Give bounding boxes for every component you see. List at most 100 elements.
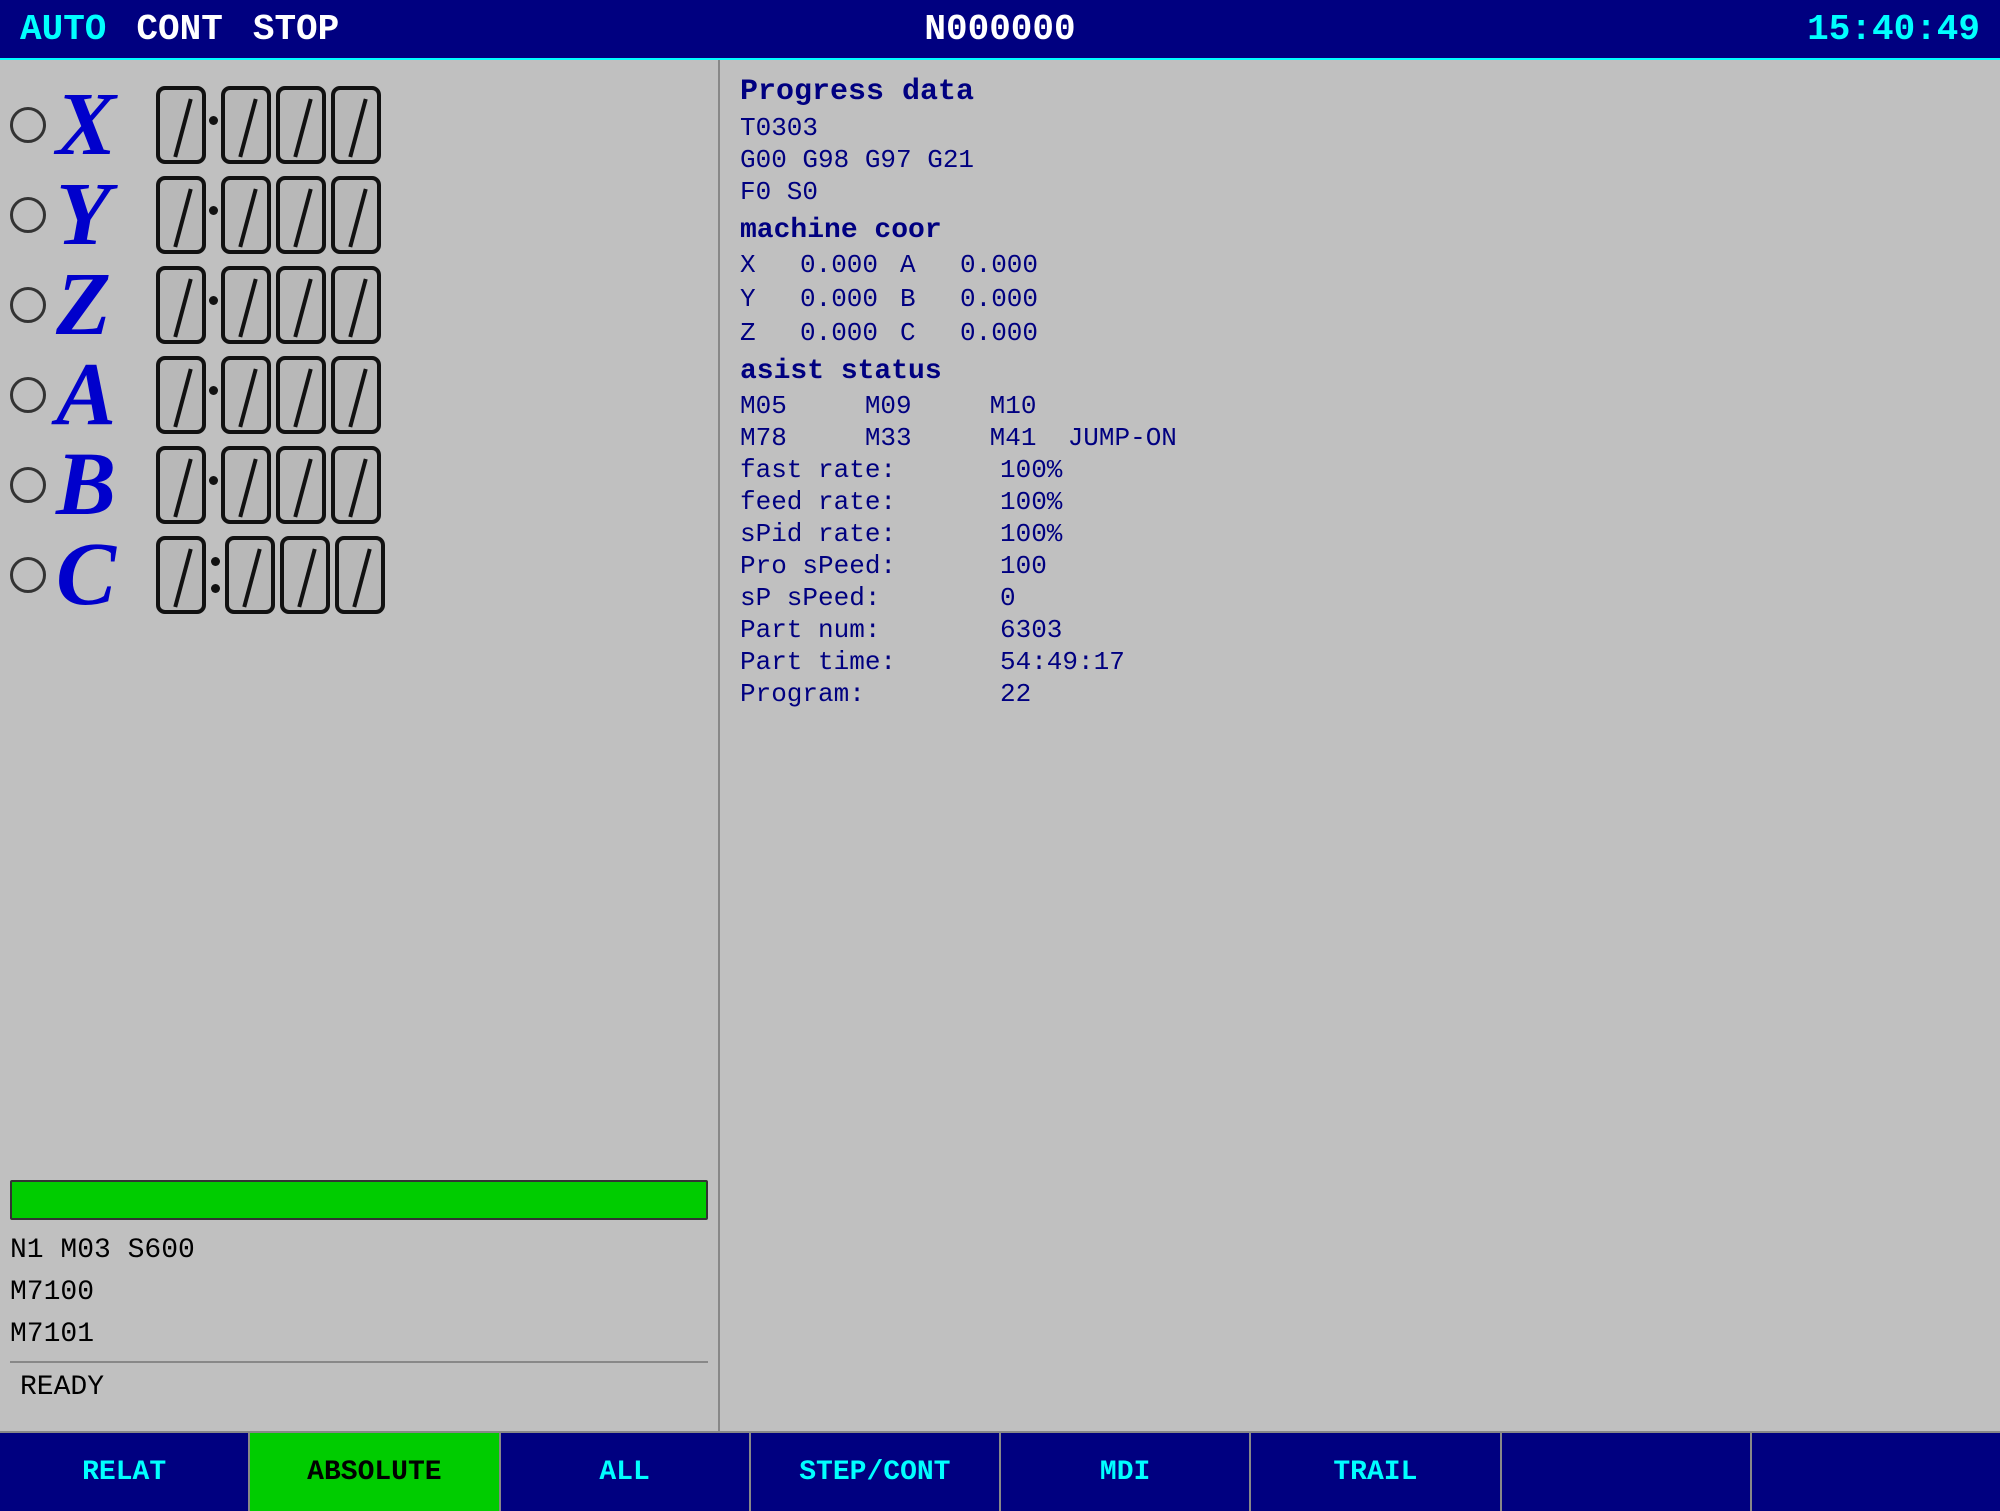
axis-row-x: X: [10, 80, 708, 170]
part-num-val: 6303: [1000, 615, 1062, 645]
axis-row-a: A: [10, 350, 708, 440]
axis-value-c: [156, 536, 385, 614]
axis-circle-a: [10, 377, 46, 413]
feed-rate-line: feed rate: 100%: [740, 487, 1980, 517]
digit-z-0: [156, 266, 206, 344]
axes-display: X Y: [10, 80, 708, 1170]
coord-z-label: Z: [740, 318, 800, 348]
gcode-display: N1 M03 S600 M7100 M7101: [10, 1220, 708, 1361]
tab-absolute[interactable]: ABSOLUTE: [250, 1433, 500, 1511]
coord-x-val: 0.000: [800, 250, 900, 280]
tab-all[interactable]: ALL: [501, 1433, 751, 1511]
spid-rate-val: 100%: [1000, 519, 1062, 549]
axis-circle-c: [10, 557, 46, 593]
digit-a-1: [221, 356, 271, 434]
digit-block-b2: [221, 446, 381, 524]
axis-label-x: X: [56, 80, 136, 170]
digit-c-3: [335, 536, 385, 614]
digit-b-2: [276, 446, 326, 524]
tab-step-cont[interactable]: STEP/CONT: [751, 1433, 1001, 1511]
dot-y: [209, 206, 218, 225]
part-num-line: Part num: 6303: [740, 615, 1980, 645]
digit-b-1: [221, 446, 271, 524]
digit-y-1: [221, 176, 271, 254]
asist-status-title: asist status: [740, 356, 1980, 387]
part-time-label: Part time:: [740, 647, 1000, 677]
progress-bar: [10, 1180, 708, 1220]
digit-block-y: [156, 176, 206, 254]
axis-circle-x: [10, 107, 46, 143]
left-content: X Y: [10, 80, 708, 1361]
axis-row-b: B: [10, 440, 708, 530]
pro-speed-val: 100: [1000, 551, 1047, 581]
axis-value-z: [156, 266, 381, 344]
axis-label-a: A: [56, 350, 136, 440]
coords-grid: X 0.000 A 0.000 Y 0.000 B 0.000 Z 0.000 …: [740, 250, 1980, 348]
axis-circle-b: [10, 467, 46, 503]
sp-speed-val: 0: [1000, 583, 1016, 613]
digit-block-a: [156, 356, 206, 434]
tab-trail[interactable]: TRAIL: [1251, 1433, 1501, 1511]
fast-rate-line: fast rate: 100%: [740, 455, 1980, 485]
digit-y-0: [156, 176, 206, 254]
status-bar: READY: [10, 1361, 708, 1411]
digit-b-0: [156, 446, 206, 524]
tab-empty-2[interactable]: [1752, 1433, 2000, 1511]
axis-row-y: Y: [10, 170, 708, 260]
tab-empty-1[interactable]: [1502, 1433, 1752, 1511]
program-line: Program: 22: [740, 679, 1980, 709]
tool-info: T0303: [740, 113, 1980, 143]
axis-circle-y: [10, 197, 46, 233]
coord-c-label: C: [900, 318, 960, 348]
digit-x-2: [276, 86, 326, 164]
header-bar: AUTO CONT STOP N000000 15:40:49: [0, 0, 2000, 60]
header-left: AUTO CONT STOP: [20, 9, 339, 50]
dot-x: [209, 116, 218, 135]
axis-value-a: [156, 356, 381, 434]
fast-rate-val: 100%: [1000, 455, 1062, 485]
axis-value-b: [156, 446, 381, 524]
sp-speed-line: sP sPeed: 0: [740, 583, 1980, 613]
clock-display: 15:40:49: [1807, 9, 1980, 50]
part-num-label: Part num:: [740, 615, 1000, 645]
mode-stop: STOP: [253, 9, 339, 50]
coord-b-label: B: [900, 284, 960, 314]
mode-auto: AUTO: [20, 9, 106, 50]
digit-z-3: [331, 266, 381, 344]
g-codes-line: G00 G98 G97 G21: [740, 145, 1980, 175]
program-val: 22: [1000, 679, 1031, 709]
digit-a-2: [276, 356, 326, 434]
tab-relat[interactable]: RELAT: [0, 1433, 250, 1511]
digit-block-b: [156, 446, 206, 524]
axis-circle-z: [10, 287, 46, 323]
coord-c-val: 0.000: [960, 318, 1060, 348]
dot-z: [209, 296, 218, 315]
main-content: X Y: [0, 60, 2000, 1431]
tab-bar: RELAT ABSOLUTE ALL STEP/CONT MDI TRAIL: [0, 1431, 2000, 1511]
axis-label-b: B: [56, 440, 136, 530]
digit-z-1: [221, 266, 271, 344]
digit-c-1: [225, 536, 275, 614]
gcode-line2: M7100: [10, 1272, 708, 1314]
digit-y-3: [331, 176, 381, 254]
colon-c: [209, 557, 222, 593]
tab-mdi[interactable]: MDI: [1001, 1433, 1251, 1511]
digit-c-0: [156, 536, 206, 614]
progress-data-title: Progress data: [740, 75, 1980, 109]
digit-block-z2: [221, 266, 381, 344]
pro-speed-label: Pro sPeed:: [740, 551, 1000, 581]
digit-block-z: [156, 266, 206, 344]
digit-a-3: [331, 356, 381, 434]
pro-speed-line: Pro sPeed: 100: [740, 551, 1980, 581]
axis-label-y: Y: [56, 170, 136, 260]
axis-value-x: [156, 86, 381, 164]
digit-block-x: [156, 86, 206, 164]
right-panel: Progress data T0303 G00 G98 G97 G21 F0 S…: [720, 60, 2000, 1431]
axis-label-c: C: [56, 530, 136, 620]
spid-rate-line: sPid rate: 100%: [740, 519, 1980, 549]
spid-rate-label: sPid rate:: [740, 519, 1000, 549]
gcode-line1: N1 M03 S600: [10, 1230, 708, 1272]
digit-x-1: [221, 86, 271, 164]
left-panel: X Y: [0, 60, 720, 1431]
coord-z-val: 0.000: [800, 318, 900, 348]
